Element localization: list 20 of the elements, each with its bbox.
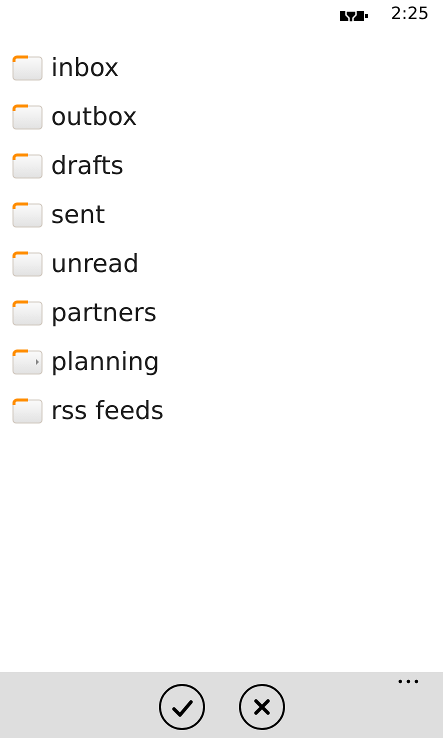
battery-charging-icon	[338, 8, 369, 22]
folder-label[interactable]: outbox	[51, 104, 138, 129]
folder-label[interactable]: sent	[51, 202, 106, 227]
folder-label[interactable]: inbox	[51, 55, 119, 80]
folder-icon	[12, 104, 43, 130]
folder-icon	[12, 152, 43, 178]
folder-icon	[12, 250, 43, 276]
folder-label[interactable]: drafts	[51, 153, 124, 178]
more-button[interactable]: •••	[396, 676, 421, 688]
folder-icon	[12, 202, 43, 228]
folder-icon	[12, 54, 43, 80]
folder-label[interactable]: partners	[51, 300, 157, 325]
clock-time: 2:25	[390, 3, 429, 26]
folder-label[interactable]: unread	[51, 251, 139, 276]
folder-icon	[12, 300, 43, 326]
folder-icon	[12, 398, 43, 424]
folder-label[interactable]: planning	[51, 349, 160, 374]
cancel-button[interactable]	[238, 684, 284, 730]
folder-label[interactable]: rss feeds	[51, 398, 164, 423]
ok-button[interactable]	[158, 684, 204, 730]
